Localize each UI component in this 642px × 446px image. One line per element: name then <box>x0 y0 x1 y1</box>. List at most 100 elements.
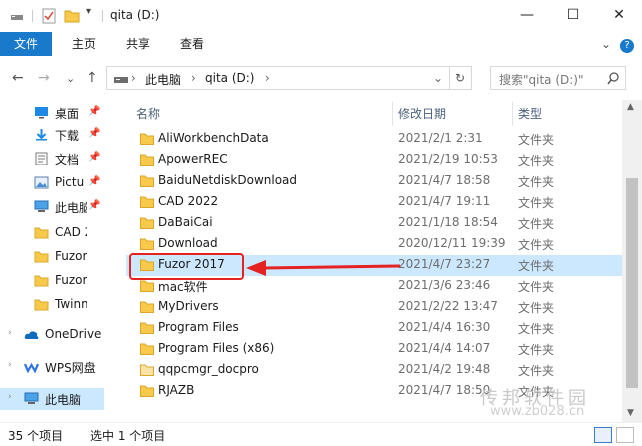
file-name: MyDrivers <box>158 299 219 313</box>
computer-icon <box>34 200 49 212</box>
breadcrumb-drive[interactable]: qita (D:) <box>205 71 254 85</box>
tab-share[interactable]: 共享 <box>114 32 162 56</box>
sidebar-item[interactable]: › WPS网盘 <box>0 356 104 378</box>
file-type: 文件夹 <box>518 364 555 378</box>
vertical-scrollbar[interactable]: ▲ ▼ <box>622 100 642 422</box>
sidebar-item-label: WPS网盘 <box>45 361 96 375</box>
pin-icon[interactable]: 📌 <box>88 128 100 139</box>
sidebar-item[interactable]: Fuzor 2 <box>0 270 104 292</box>
column-header-name[interactable]: 名称 <box>136 100 160 128</box>
address-bar[interactable]: › 此电脑 › qita (D:) › ⌄ ↻ <box>106 66 472 90</box>
pin-icon[interactable]: 📌 <box>88 176 100 187</box>
sidebar-item[interactable]: › OneDrive <box>0 324 104 346</box>
large-icons-view-icon[interactable] <box>616 427 634 443</box>
selection-count: 选中 1 个项目 <box>90 429 166 443</box>
file-type: 文件夹 <box>518 154 555 168</box>
wps-cloud-icon <box>24 362 39 373</box>
refresh-icon[interactable]: ↻ <box>455 71 465 85</box>
ribbon-expand-icon[interactable]: ⌄ <box>598 32 614 56</box>
sidebar-item[interactable]: 此电脑 📌 <box>0 196 104 218</box>
expand-chevron-icon[interactable]: › <box>8 328 12 338</box>
tab-view[interactable]: 查看 <box>168 32 216 56</box>
sidebar-item[interactable]: › 此电脑 <box>0 388 104 410</box>
help-icon[interactable]: ? <box>620 39 634 53</box>
column-separator[interactable] <box>512 102 513 126</box>
up-button[interactable]: ↑ <box>86 70 98 86</box>
column-header-modified[interactable]: 修改日期 <box>398 100 446 128</box>
qa-divider <box>32 10 33 22</box>
sidebar-item[interactable]: 桌面 📌 <box>0 102 104 124</box>
breadcrumb-separator: › <box>131 71 136 85</box>
column-separator[interactable] <box>392 102 393 126</box>
folder-icon <box>34 299 49 311</box>
file-date: 2021/4/7 18:58 <box>398 173 491 187</box>
file-name: RJAZB <box>158 383 195 397</box>
computer-icon <box>24 392 39 404</box>
pin-icon[interactable]: 📌 <box>88 200 100 211</box>
scroll-up-icon[interactable]: ▲ <box>627 102 634 112</box>
file-row[interactable]: BaiduNetdiskDownload 2021/4/7 18:58 文件夹 <box>126 171 622 192</box>
tab-home[interactable]: 主页 <box>60 32 108 56</box>
pin-icon[interactable]: 📌 <box>88 152 100 163</box>
folder-icon <box>140 343 154 355</box>
scrollbar-thumb[interactable] <box>626 178 638 388</box>
file-date: 2021/3/6 23:46 <box>398 278 491 292</box>
expand-chevron-icon[interactable]: › <box>8 360 12 370</box>
breadcrumb-separator[interactable]: › <box>265 71 270 85</box>
sidebar-item[interactable]: CAD 20 <box>0 222 104 244</box>
properties-icon[interactable] <box>42 8 56 24</box>
file-type: 文件夹 <box>518 196 555 210</box>
file-row[interactable]: ApowerREC 2021/2/19 10:53 文件夹 <box>126 150 622 171</box>
file-name: AliWorkbenchData <box>158 131 269 145</box>
file-row[interactable]: Program Files (x86) 2021/4/4 14:07 文件夹 <box>126 339 622 360</box>
minimize-button[interactable]: — <box>504 0 550 32</box>
drive-icon[interactable] <box>10 8 24 24</box>
qa-customize-icon[interactable]: ▾ <box>86 6 91 22</box>
file-row[interactable]: Download 2020/12/11 19:39 文件夹 <box>126 234 622 255</box>
sidebar-item[interactable]: 下载 📌 <box>0 124 104 146</box>
search-icon[interactable] <box>607 72 620 85</box>
ribbon-tabs: 文件 主页 共享 查看 ⌄ ? <box>0 32 642 57</box>
file-type: 文件夹 <box>518 343 555 357</box>
file-row[interactable]: qqpcmgr_docpro 2021/4/2 19:48 文件夹 <box>126 360 622 381</box>
search-input[interactable]: 搜索"qita (D:)" <box>490 66 626 90</box>
folder-icon <box>140 322 154 334</box>
sidebar-item[interactable]: Twinmo <box>0 294 104 316</box>
sidebar-item[interactable]: Pictu 📌 <box>0 172 104 194</box>
desktop-icon <box>35 107 48 119</box>
file-row[interactable]: AliWorkbenchData 2021/2/1 2:31 文件夹 <box>126 129 622 150</box>
maximize-button[interactable]: ☐ <box>550 0 596 32</box>
file-row[interactable]: CAD 2022 2021/4/7 19:11 文件夹 <box>126 192 622 213</box>
pictures-icon <box>34 176 49 189</box>
file-type: 文件夹 <box>518 238 555 252</box>
file-date: 2020/12/11 19:39 <box>398 236 506 250</box>
file-name: DaBaiCai <box>158 215 213 229</box>
file-row[interactable]: MyDrivers 2021/2/22 13:47 文件夹 <box>126 297 622 318</box>
close-button[interactable]: ✕ <box>596 0 642 32</box>
tab-file[interactable]: 文件 <box>0 32 52 56</box>
title-bar: ▾ qita (D:) — ☐ ✕ <box>0 0 642 32</box>
breadcrumb-separator[interactable]: › <box>191 71 196 85</box>
file-date: 2021/4/4 16:30 <box>398 320 491 334</box>
folder-icon <box>140 364 154 376</box>
file-date: 2021/2/1 2:31 <box>398 131 483 145</box>
recent-locations-button[interactable]: ⌄ <box>66 72 75 85</box>
sidebar-item-label: 文档 <box>55 153 80 167</box>
file-date: 2021/4/4 14:07 <box>398 341 491 355</box>
pin-icon[interactable]: 📌 <box>88 106 100 117</box>
back-button[interactable]: ← <box>12 70 24 86</box>
column-header-type[interactable]: 类型 <box>518 100 542 128</box>
forward-button[interactable]: → <box>38 70 50 86</box>
details-view-icon[interactable] <box>594 427 612 443</box>
sidebar-item[interactable]: Fuzor 2 <box>0 246 104 268</box>
expand-chevron-icon[interactable]: › <box>8 392 12 402</box>
folder-icon <box>140 280 154 292</box>
sidebar-item[interactable]: 文档 📌 <box>0 148 104 170</box>
file-row[interactable]: DaBaiCai 2021/1/18 18:54 文件夹 <box>126 213 622 234</box>
sort-ascending-icon: ^ <box>257 100 266 107</box>
new-folder-icon[interactable] <box>64 8 80 24</box>
file-row[interactable]: Program Files 2021/4/4 16:30 文件夹 <box>126 318 622 339</box>
scroll-down-icon[interactable]: ▼ <box>627 408 634 418</box>
address-dropdown-icon[interactable]: ⌄ <box>433 71 443 85</box>
breadcrumb-this-pc[interactable]: 此电脑 <box>145 71 181 88</box>
